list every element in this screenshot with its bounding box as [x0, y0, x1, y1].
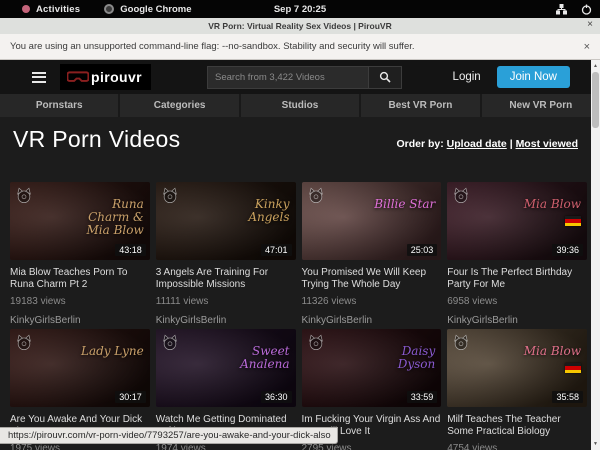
nav-item-pornstars[interactable]: Pornstars: [0, 94, 118, 117]
search-icon: [379, 71, 391, 83]
video-duration-badge: 33:59: [407, 391, 438, 403]
power-icon[interactable]: [581, 4, 592, 15]
nav-item-studios[interactable]: Studios: [241, 94, 359, 117]
video-title[interactable]: Mia Blow Teaches Porn To Runa Charm Pt 2: [10, 267, 150, 291]
page-title: VR Porn Videos: [13, 126, 180, 153]
order-upload-date-link[interactable]: Upload date: [447, 138, 507, 150]
video-card: Mia Blow 35:58 Milf Teaches The Teacher …: [447, 329, 587, 450]
studio-cat-logo-icon: [161, 186, 179, 209]
video-duration-badge: 36:30: [261, 391, 292, 403]
thumbnail-overlay-name: Mia Blow: [524, 198, 581, 211]
video-views: 11326 views: [302, 296, 442, 307]
video-views: 11111 views: [156, 296, 296, 307]
video-title[interactable]: Milf Teaches The Teacher Some Practical …: [447, 414, 587, 438]
video-views: 1975 views: [10, 443, 150, 450]
video-duration-badge: 47:01: [261, 244, 292, 256]
join-now-button[interactable]: Join Now: [497, 66, 570, 88]
scrollbar-up-icon[interactable]: ▲: [591, 63, 600, 69]
window-titlebar: VR Porn: Virtual Reality Sex Videos | Pi…: [0, 18, 600, 34]
video-title[interactable]: 3 Angels Are Training For Impossible Mis…: [156, 267, 296, 291]
thumbnail-overlay-name: Kinky Angels: [216, 198, 290, 224]
screen: Activities Google Chrome Sep 7 20:25 VR …: [0, 0, 600, 450]
video-card: Kinky Angels 47:01 3 Angels Are Training…: [156, 182, 296, 326]
order-by: Order by: Upload date | Most viewed: [396, 138, 578, 150]
menu-hamburger-icon[interactable]: [32, 72, 46, 83]
studio-cat-logo-icon: [15, 186, 33, 209]
video-title[interactable]: You Promised We Will Keep Trying The Who…: [302, 267, 442, 291]
video-title[interactable]: Four Is The Perfect Birthday Party For M…: [447, 267, 587, 291]
login-link[interactable]: Login: [453, 71, 481, 83]
warning-text: You are using an unsupported command-lin…: [10, 41, 415, 52]
video-card: Runa Charm & Mia Blow 43:18 Mia Blow Tea…: [10, 182, 150, 326]
warning-close-button[interactable]: ×: [584, 41, 590, 53]
site-header: pirouvr Login Join Now: [0, 60, 600, 94]
studio-cat-logo-icon: [452, 186, 470, 209]
video-thumbnail[interactable]: Mia Blow 39:36: [447, 182, 587, 260]
thumbnail-overlay-name: Sweet Analena: [216, 345, 290, 371]
search-button[interactable]: [369, 66, 402, 89]
video-card: Billie Star 25:03 You Promised We Will K…: [302, 182, 442, 326]
video-thumbnail[interactable]: Lady Lyne 30:17: [10, 329, 150, 407]
video-views: 6958 views: [447, 296, 587, 307]
thumbnail-overlay-name: Mia Blow: [524, 345, 581, 358]
main-nav: PornstarsCategoriesStudiosBest VR PornNe…: [0, 94, 600, 117]
video-thumbnail[interactable]: Sweet Analena 36:30: [156, 329, 296, 407]
order-by-label: Order by:: [396, 138, 443, 150]
video-thumbnail[interactable]: Runa Charm & Mia Blow 43:18: [10, 182, 150, 260]
scrollbar-down-icon[interactable]: ▼: [591, 441, 600, 447]
window-close-button[interactable]: ×: [587, 19, 593, 30]
page-scrollbar[interactable]: ▲ ▼: [591, 60, 600, 450]
logo-text: pirouvr: [91, 69, 142, 85]
clock[interactable]: Sep 7 20:25: [0, 4, 600, 15]
studio-cat-logo-icon: [307, 186, 325, 209]
studio-cat-logo-icon: [161, 333, 179, 356]
video-studio-link[interactable]: KinkyGirlsBerlin: [302, 315, 442, 326]
video-thumbnail[interactable]: Daisy Dyson 33:59: [302, 329, 442, 407]
scrollbar-thumb[interactable]: [592, 72, 599, 128]
statusbar-url: https://pirouvr.com/vr-porn-video/779325…: [0, 427, 338, 444]
studio-cat-logo-icon: [307, 333, 325, 356]
video-views: 4754 views: [447, 443, 587, 450]
video-grid: Runa Charm & Mia Blow 43:18 Mia Blow Tea…: [10, 182, 587, 450]
nav-item-new-vr-porn[interactable]: New VR Porn: [482, 94, 600, 117]
video-duration-badge: 35:58: [552, 391, 583, 403]
window-title: VR Porn: Virtual Reality Sex Videos | Pi…: [208, 21, 391, 31]
webpage-viewport: pirouvr Login Join Now PornstarsCategori…: [0, 60, 600, 450]
video-studio-link[interactable]: KinkyGirlsBerlin: [156, 315, 296, 326]
video-views: 2795 views: [302, 443, 442, 450]
studio-cat-logo-icon: [15, 333, 33, 356]
german-flag-icon: [565, 216, 581, 226]
video-views: 1974 views: [156, 443, 296, 450]
thumbnail-overlay-name: Runa Charm & Mia Blow: [70, 198, 144, 237]
video-duration-badge: 39:36: [552, 244, 583, 256]
video-studio-link[interactable]: KinkyGirlsBerlin: [10, 315, 150, 326]
video-views: 19183 views: [10, 296, 150, 307]
video-card: Mia Blow 39:36 Four Is The Perfect Birth…: [447, 182, 587, 326]
thumbnail-overlay-name: Lady Lyne: [81, 345, 144, 358]
video-thumbnail[interactable]: Billie Star 25:03: [302, 182, 442, 260]
german-flag-icon: [565, 363, 581, 373]
thumbnail-overlay-name: Billie Star: [374, 198, 435, 211]
video-thumbnail[interactable]: Mia Blow 35:58: [447, 329, 587, 407]
vr-goggles-icon: [67, 70, 89, 84]
video-duration-badge: 25:03: [407, 244, 438, 256]
system-top-bar: Activities Google Chrome Sep 7 20:25: [0, 0, 600, 18]
studio-cat-logo-icon: [452, 333, 470, 356]
video-studio-link[interactable]: KinkyGirlsBerlin: [447, 315, 587, 326]
video-duration-badge: 43:18: [115, 244, 146, 256]
order-most-viewed-link[interactable]: Most viewed: [516, 138, 578, 150]
thumbnail-overlay-name: Daisy Dyson: [361, 345, 435, 371]
site-logo[interactable]: pirouvr: [60, 64, 151, 90]
search-input[interactable]: [207, 66, 369, 89]
nav-item-categories[interactable]: Categories: [120, 94, 238, 117]
video-duration-badge: 30:17: [115, 391, 146, 403]
nav-item-best-vr-porn[interactable]: Best VR Porn: [361, 94, 479, 117]
chrome-warning-bar: You are using an unsupported command-lin…: [0, 34, 600, 60]
network-icon[interactable]: [556, 4, 567, 15]
video-thumbnail[interactable]: Kinky Angels 47:01: [156, 182, 296, 260]
